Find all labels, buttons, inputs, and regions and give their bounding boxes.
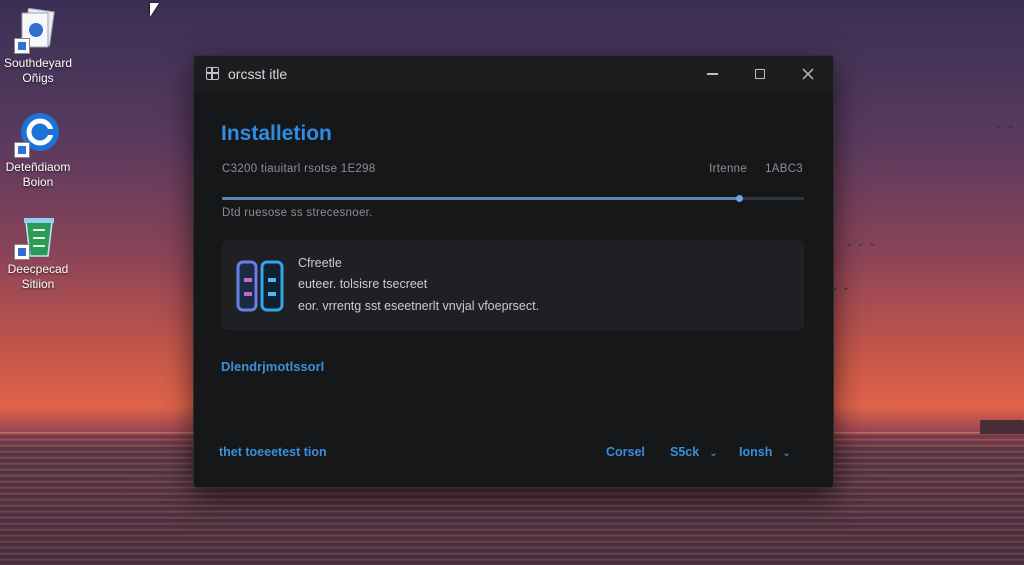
sync-app-icon (14, 112, 60, 158)
back-button-label: S5ck (670, 445, 700, 459)
close-icon (802, 68, 814, 80)
chevron-down-icon: ⌄ (782, 448, 791, 459)
birds-decoration: ⌄ ⌄ (995, 120, 1015, 131)
install-button-label: Ionsh (739, 445, 773, 459)
desktop-icon-label: Deteñdiaom (5, 160, 71, 174)
details-link[interactable]: Dlendrjmotlssorl (221, 359, 324, 374)
progress-detail: Dtd ruesose ss strecesnoer. (222, 207, 373, 219)
maximize-button[interactable] (740, 56, 780, 92)
desktop-icon-3[interactable]: Deecpecad Sitiion (0, 214, 80, 292)
progress-bar (222, 195, 804, 202)
document-icon (14, 7, 60, 54)
mouse-cursor-icon (150, 3, 159, 17)
card-title: Cfreetle (298, 256, 342, 270)
desktop-icon-label: Southdeyard (3, 56, 73, 70)
install-button[interactable]: Ionsh ⌄ (739, 445, 791, 459)
app-icon (206, 67, 219, 80)
status-text: C3200 tiauitarl rsotse 1E298 (222, 163, 376, 175)
title-bar[interactable]: orcsst itle (194, 56, 833, 92)
desktop-icon-label: Boion (22, 175, 54, 189)
minimize-button[interactable] (692, 56, 732, 92)
footer-link[interactable]: thet toeeetest tion (219, 445, 327, 459)
progress-fill (222, 195, 743, 202)
desktop-icon-label: Deecpecad (7, 262, 69, 276)
ship-silhouette (980, 420, 1024, 434)
window-title: orcsst itle (228, 66, 288, 82)
close-button[interactable] (788, 56, 828, 92)
page-heading: Installetion (221, 122, 332, 145)
installer-window: orcsst itle Installetion C3200 tiauitarl… (193, 55, 834, 488)
info-card: Cfreetle euteer. tolsisre tsecreet eor. … (222, 240, 804, 330)
desktop-icon-label: Oñigs (22, 71, 54, 85)
status-label: Irtenne (709, 163, 748, 175)
status-right: Irtenne 1ABC3 (709, 163, 803, 175)
package-badge-icon (236, 258, 286, 314)
recycle-bin-icon (14, 214, 60, 260)
chevron-down-icon: ⌄ (709, 448, 718, 459)
card-text: eor. vrrentg sst eseetnerlt vnvjal vfoep… (298, 299, 540, 313)
back-button[interactable]: S5ck ⌄ (670, 445, 718, 459)
status-value: 1ABC3 (765, 163, 803, 175)
card-text: euteer. tolsisre tsecreet (298, 277, 428, 291)
birds-decoration: ⌄ ⌄ ⌄ (845, 238, 877, 249)
desktop-icon-1[interactable]: Southdeyard Oñigs (0, 7, 80, 86)
cancel-button[interactable]: Corsel (606, 445, 645, 459)
desktop-icon-label: Sitiion (21, 277, 55, 291)
desktop-icon-2[interactable]: Deteñdiaom Boion (0, 112, 80, 190)
